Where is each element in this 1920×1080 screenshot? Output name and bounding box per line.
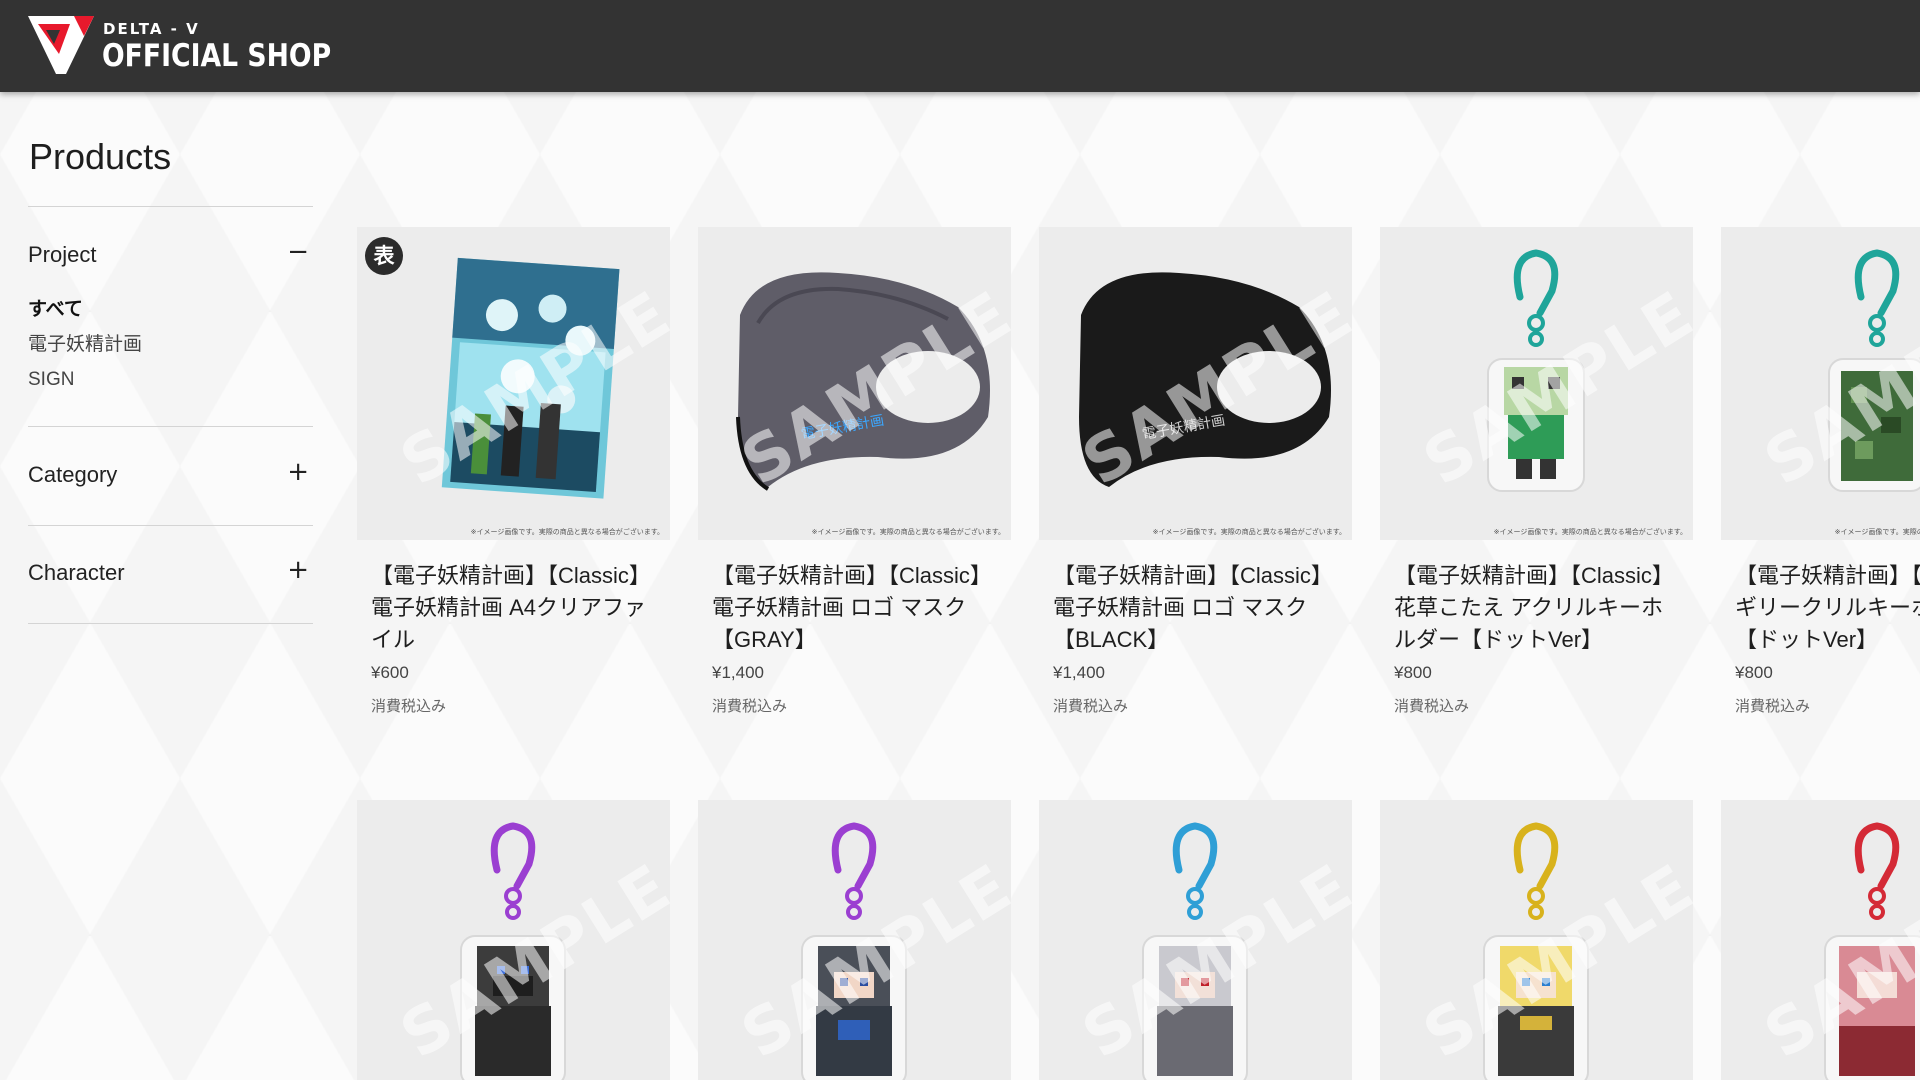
product-image[interactable]: SAMPLE ※イメージ画像です。実際の商品と異なる場合がございます。: [1721, 227, 1920, 540]
image-disclaimer: ※イメージ画像です。実際の商品と異なる場合がございます。: [470, 529, 664, 536]
image-disclaimer: ※イメージ画像です。実際の商品と異なる場合がございます。: [811, 529, 1005, 536]
shop-logo[interactable]: DELTA - V OFFICIAL SHOP: [26, 14, 331, 78]
keyholder-illustration: [1142, 822, 1248, 1080]
product-info: 【電子妖精計画】【Classic】ギリークリルキーホルダー【ドットVer】 ¥8…: [1735, 560, 1920, 717]
filter-label: Character: [28, 560, 125, 585]
filter-character-header[interactable]: Character +: [28, 552, 313, 592]
filter-category-header[interactable]: Category +: [28, 454, 313, 494]
filter-label: Project: [28, 242, 97, 267]
keyholder-illustration: [801, 822, 907, 1080]
product-info: 【電子妖精計画】【Classic】電子妖精計画 ロゴ マスク 【GRAY】 ¥1…: [712, 560, 1002, 717]
filter-label: Category: [28, 462, 118, 487]
product-price: ¥800: [1394, 663, 1432, 682]
divider: [28, 623, 313, 624]
divider: [28, 206, 313, 207]
filter-option-denshi-yousei[interactable]: 電子妖精計画: [28, 327, 142, 362]
project-options: すべて 電子妖精計画 SIGN: [28, 292, 142, 397]
keyholder-illustration: [1828, 249, 1920, 492]
filter-option-sign[interactable]: SIGN: [28, 362, 142, 397]
logo-subtitle: DELTA - V: [103, 20, 200, 38]
collapse-icon[interactable]: −: [287, 237, 309, 267]
image-disclaimer: ※イメージ画像です。実際の商品と異なる場合がございます。: [1493, 529, 1687, 536]
product-image[interactable]: SAMPLE 表 ※イメージ画像です。実際の商品と異なる場合がございます。: [357, 227, 670, 540]
tax-note: 消費税込み: [1735, 698, 1811, 715]
divider: [28, 426, 313, 427]
product-name[interactable]: 【電子妖精計画】【Classic】電子妖精計画 A4クリアファイル: [371, 560, 661, 656]
clear-file-illustration: [441, 257, 620, 499]
product-info: 【電子妖精計画】【Classic】花草こたえ アクリルキーホルダー【ドットVer…: [1394, 560, 1684, 717]
image-disclaimer: ※イメージ画像です。実際の商品と異なる場合がございます。: [1152, 529, 1346, 536]
product-info: 【電子妖精計画】【Classic】電子妖精計画 ロゴ マスク 【BLACK】 ¥…: [1053, 560, 1343, 717]
filter-project-header[interactable]: Project −: [28, 234, 313, 274]
product-image[interactable]: 電子妖精計画 SAMPLE ※イメージ画像です。実際の商品と異なる場合がございま…: [1039, 227, 1352, 540]
product-image[interactable]: SAMPLE ※イメージ画像です。実際の商品と異なる場合がございます。: [1380, 227, 1693, 540]
site-header: DELTA - V OFFICIAL SHOP: [0, 0, 1920, 92]
tax-note: 消費税込み: [371, 698, 447, 715]
keyholder-illustration: [1487, 249, 1585, 492]
product-name[interactable]: 【電子妖精計画】【Classic】花草こたえ アクリルキーホルダー【ドットVer…: [1394, 560, 1684, 656]
expand-icon[interactable]: +: [287, 555, 309, 585]
product-image[interactable]: SAMPLE: [357, 800, 670, 1080]
product-image[interactable]: SAMPLE: [1721, 800, 1920, 1080]
product-grid: SAMPLE 表 ※イメージ画像です。実際の商品と異なる場合がございます。 【電…: [357, 227, 1920, 1080]
page-title: Products: [29, 136, 172, 177]
product-name[interactable]: 【電子妖精計画】【Classic】電子妖精計画 ロゴ マスク 【GRAY】: [712, 560, 1002, 656]
product-name[interactable]: 【電子妖精計画】【Classic】ギリークリルキーホルダー【ドットVer】: [1735, 560, 1920, 656]
keyholder-illustration: [1483, 822, 1589, 1080]
image-disclaimer: ※イメージ画像です。実際の商品と異なる場合がございます。: [1834, 529, 1920, 536]
divider: [28, 525, 313, 526]
product-info: 【電子妖精計画】【Classic】電子妖精計画 A4クリアファイル ¥600 消…: [371, 560, 661, 717]
tax-note: 消費税込み: [1394, 698, 1470, 715]
product-price: ¥600: [371, 663, 409, 682]
product-price: ¥1,400: [712, 663, 764, 682]
keyholder-illustration: [1824, 822, 1920, 1080]
tax-note: 消費税込み: [1053, 698, 1129, 715]
product-image[interactable]: SAMPLE: [698, 800, 1011, 1080]
gray-mask-illustration: 電子妖精計画: [736, 272, 990, 491]
black-mask-illustration: 電子妖精計画: [1079, 272, 1331, 487]
tax-note: 消費税込み: [712, 698, 788, 715]
product-image[interactable]: SAMPLE: [1380, 800, 1693, 1080]
logo-title: OFFICIAL SHOP: [102, 38, 332, 74]
front-side-badge: 表: [365, 237, 403, 275]
product-price: ¥1,400: [1053, 663, 1105, 682]
filter-option-all[interactable]: すべて: [28, 292, 142, 327]
product-name[interactable]: 【電子妖精計画】【Classic】電子妖精計画 ロゴ マスク 【BLACK】: [1053, 560, 1343, 656]
product-image[interactable]: SAMPLE: [1039, 800, 1352, 1080]
product-image[interactable]: 電子妖精計画 SAMPLE ※イメージ画像です。実際の商品と異なる場合がございま…: [698, 227, 1011, 540]
delta-v-logo-icon: [28, 16, 94, 74]
expand-icon[interactable]: +: [287, 457, 309, 487]
keyholder-illustration: [460, 822, 566, 1080]
product-price: ¥800: [1735, 663, 1773, 682]
